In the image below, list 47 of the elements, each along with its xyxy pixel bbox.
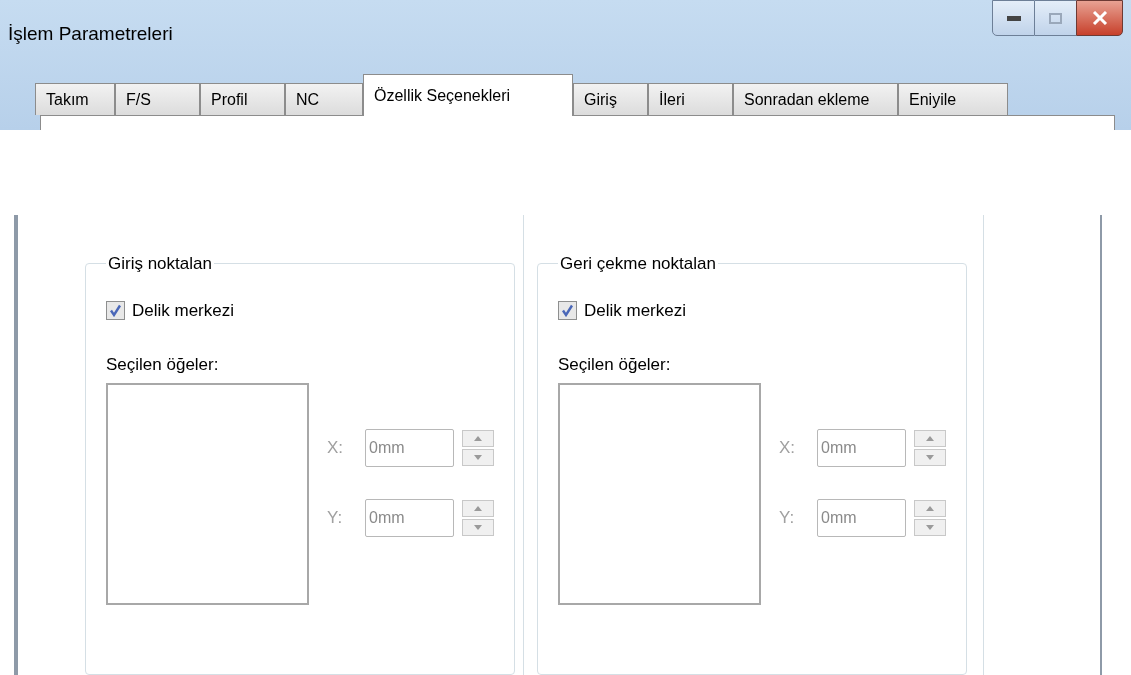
spin-up-button[interactable] bbox=[914, 500, 946, 517]
tab[interactable]: NC bbox=[285, 83, 363, 115]
spin-down-button[interactable] bbox=[462, 449, 494, 466]
checkbox[interactable] bbox=[106, 301, 125, 321]
spin-up-button[interactable] bbox=[914, 430, 946, 447]
down-arrow-icon bbox=[926, 455, 934, 460]
tab[interactable]: Giriş bbox=[573, 83, 648, 115]
up-arrow-icon bbox=[926, 506, 934, 511]
maximize-icon bbox=[1049, 12, 1062, 24]
minimize-icon bbox=[1006, 15, 1021, 21]
selected-items-list[interactable] bbox=[106, 383, 309, 605]
tab[interactable]: Takım bbox=[35, 83, 115, 115]
coordinate-label: X: bbox=[779, 437, 797, 460]
list-label: Seçilen öğeler: bbox=[106, 353, 220, 376]
window-title: İşlem Parametreleri bbox=[8, 22, 173, 46]
coordinate-label: Y: bbox=[779, 507, 796, 530]
check-icon bbox=[109, 304, 122, 318]
spin-down-button[interactable] bbox=[462, 519, 494, 536]
down-arrow-icon bbox=[474, 455, 482, 460]
tab[interactable]: Sonradan ekleme bbox=[733, 83, 898, 115]
group-title: Giriş noktalan bbox=[107, 255, 213, 272]
checkbox-label: Delik merkezi bbox=[132, 300, 235, 322]
down-arrow-icon bbox=[474, 525, 482, 530]
coordinate-label: X: bbox=[327, 437, 345, 460]
list-label: Seçilen öğeler: bbox=[558, 353, 672, 376]
group-title: Geri çekme noktalan bbox=[559, 255, 717, 272]
up-arrow-icon bbox=[926, 436, 934, 441]
spin-up-button[interactable] bbox=[462, 500, 494, 517]
selected-items-list[interactable] bbox=[558, 383, 761, 605]
close-button[interactable] bbox=[1076, 0, 1123, 36]
close-icon bbox=[1091, 11, 1108, 25]
tab[interactable]: İleri bbox=[648, 83, 733, 115]
tab[interactable]: Özellik Seçenekleri bbox=[363, 74, 573, 116]
tab[interactable]: F/S bbox=[115, 83, 200, 115]
check-icon bbox=[561, 304, 574, 318]
checkbox-label: Delik merkezi bbox=[584, 300, 687, 322]
spin-down-button[interactable] bbox=[914, 449, 946, 466]
up-arrow-icon bbox=[474, 506, 482, 511]
minimize-button[interactable] bbox=[992, 0, 1035, 36]
up-arrow-icon bbox=[474, 436, 482, 441]
coordinate-label: Y: bbox=[327, 507, 344, 530]
down-arrow-icon bbox=[926, 525, 934, 530]
tab[interactable]: Eniyile bbox=[898, 83, 1008, 115]
spin-down-button[interactable] bbox=[914, 519, 946, 536]
tab[interactable]: Profil bbox=[200, 83, 285, 115]
spin-up-button[interactable] bbox=[462, 430, 494, 447]
checkbox[interactable] bbox=[558, 301, 577, 321]
